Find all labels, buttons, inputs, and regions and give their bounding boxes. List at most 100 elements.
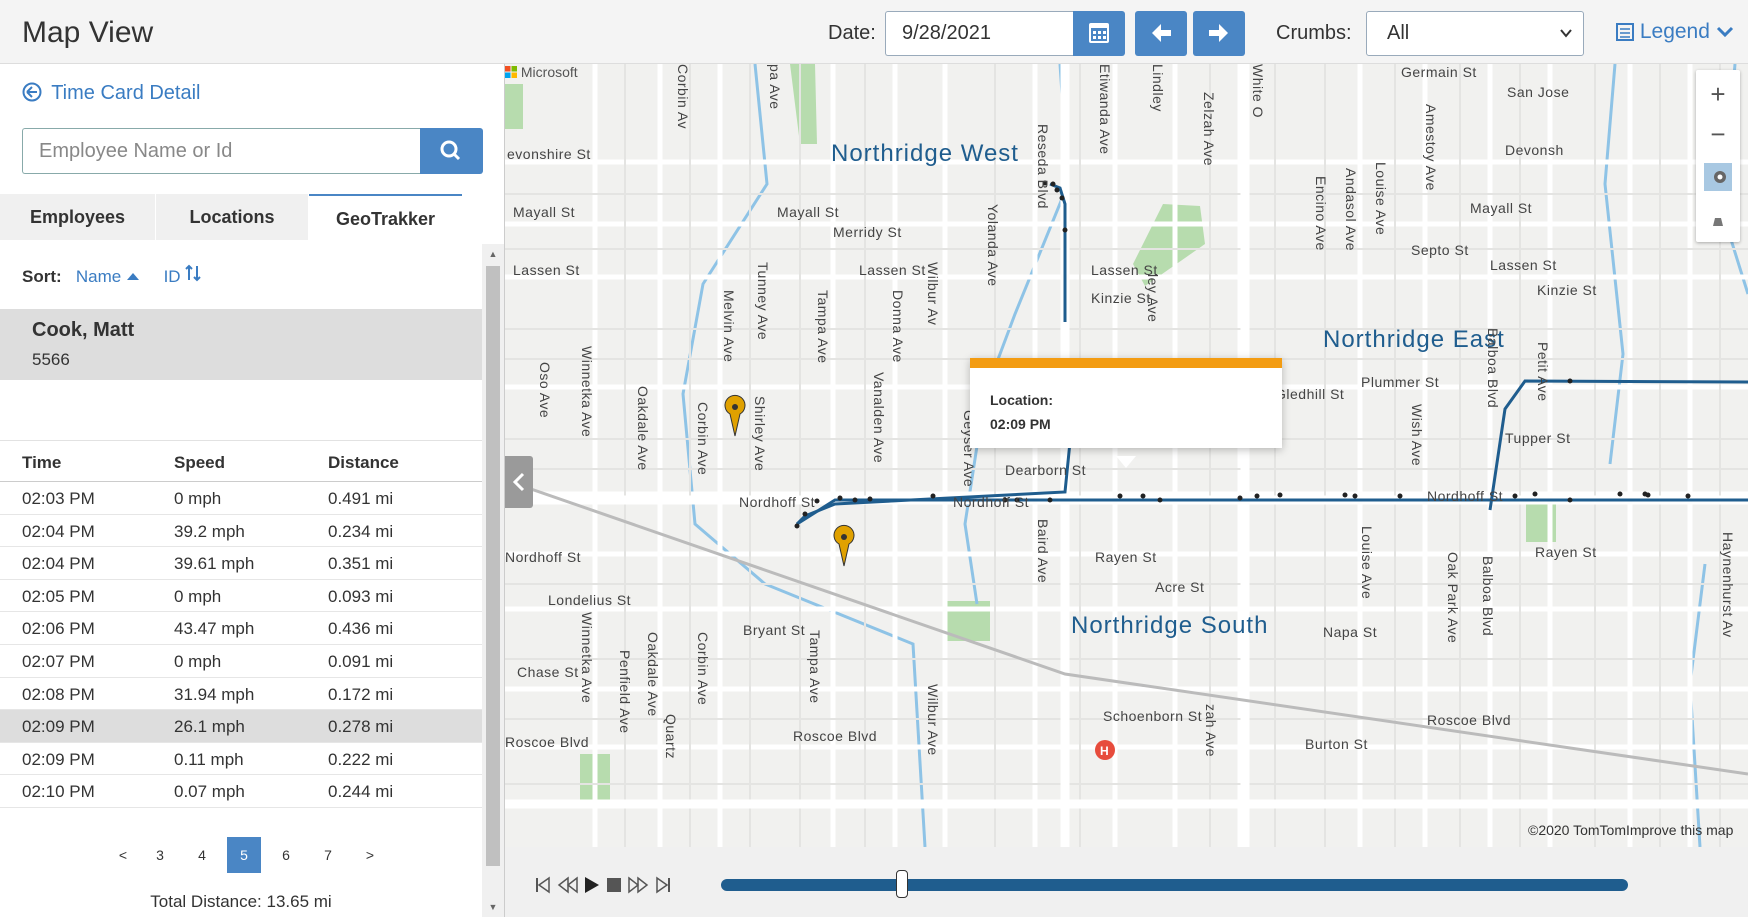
- calendar-button[interactable]: [1073, 11, 1125, 56]
- table-row[interactable]: 02:08 PM 31.94 mph 0.172 mi: [0, 678, 482, 711]
- crumbs-select[interactable]: All: [1366, 11, 1584, 56]
- sort-by-id[interactable]: ID: [163, 264, 202, 286]
- employee-card[interactable]: Cook, Matt 5566: [0, 309, 482, 380]
- tab-locations[interactable]: Locations: [156, 194, 308, 240]
- search-icon: [440, 140, 461, 161]
- rewind-icon[interactable]: [557, 875, 579, 895]
- street-label: Nordhoff St: [953, 494, 1030, 510]
- crumbs-selected-value: All: [1387, 22, 1410, 44]
- scroll-up-arrow[interactable]: ▲: [482, 244, 504, 264]
- zoom-in-button[interactable]: +: [1696, 74, 1740, 114]
- street-label: Oakdale Ave: [645, 632, 661, 717]
- table-row[interactable]: 02:10 PM 0.07 mph 0.244 mi: [0, 775, 482, 808]
- street-label: Gledhill St: [1275, 386, 1345, 402]
- table-row[interactable]: 02:09 PM 26.1 mph 0.278 mi: [0, 710, 482, 743]
- page-7[interactable]: 7: [311, 837, 345, 873]
- street-label: Tupper St: [1505, 430, 1571, 446]
- next-day-button[interactable]: [1193, 11, 1245, 56]
- table-row[interactable]: 02:03 PM 0 mph 0.491 mi: [0, 482, 482, 515]
- street-label: Rayen St: [1535, 544, 1597, 560]
- column-time[interactable]: Time: [22, 453, 61, 473]
- previous-day-button[interactable]: [1135, 11, 1187, 56]
- street-label: Etiwanda Ave: [1097, 64, 1113, 155]
- page-next[interactable]: >: [353, 837, 387, 873]
- page-prev[interactable]: <: [106, 837, 140, 873]
- time-card-detail-link[interactable]: Time Card Detail: [22, 82, 201, 105]
- stop-icon[interactable]: [605, 875, 623, 895]
- table-row[interactable]: 02:04 PM 39.2 mph 0.234 mi: [0, 515, 482, 548]
- street-label: Devonsh: [1505, 142, 1564, 158]
- sort-by-name[interactable]: Name: [76, 267, 140, 286]
- play-icon[interactable]: [583, 875, 601, 895]
- compass-icon: [1704, 163, 1732, 191]
- street-label: Baird Ave: [1035, 519, 1051, 584]
- legend-toggle[interactable]: Legend: [1616, 20, 1734, 44]
- street-label: Bryant St: [743, 622, 806, 638]
- area-label: Northridge West: [831, 140, 1019, 167]
- street-label: zah Ave: [1203, 704, 1219, 758]
- tilt-button[interactable]: [1696, 202, 1740, 242]
- date-input[interactable]: [885, 11, 1073, 56]
- page-5[interactable]: 5: [227, 837, 261, 873]
- street-label: Schoenborn St: [1103, 708, 1203, 724]
- search-button[interactable]: [420, 128, 483, 174]
- table-row[interactable]: 02:05 PM 0 mph 0.093 mi: [0, 580, 482, 613]
- calendar-icon: [1089, 23, 1109, 43]
- column-speed[interactable]: Speed: [174, 453, 225, 473]
- table-row[interactable]: 02:04 PM 39.61 mph 0.351 mi: [0, 547, 482, 580]
- street-label: Lindley: [1150, 64, 1166, 112]
- row-speed: 26.1 mph: [174, 717, 245, 737]
- popup-location-label: Location:: [990, 392, 1053, 408]
- page-6[interactable]: 6: [269, 837, 303, 873]
- sort-id-label: ID: [163, 267, 181, 286]
- location-popup: Location: 02:09 PM: [970, 358, 1282, 468]
- sort-row: Sort: Name ID: [22, 264, 202, 287]
- page-4[interactable]: 4: [185, 837, 219, 873]
- playback-timeline[interactable]: [721, 870, 1628, 898]
- table-row[interactable]: 02:09 PM 0.11 mph 0.222 mi: [0, 743, 482, 776]
- scroll-thumb[interactable]: [486, 266, 500, 866]
- timeline-slider-thumb[interactable]: [896, 870, 908, 898]
- street-label: Louise Ave: [1359, 526, 1375, 600]
- row-speed: 39.2 mph: [174, 521, 245, 541]
- microsoft-label: Microsoft: [520, 64, 578, 80]
- compass-button[interactable]: [1696, 162, 1740, 202]
- left-panel: Time Card Detail Employees Locations Geo…: [0, 64, 505, 917]
- tab-geotrakker[interactable]: GeoTrakker: [309, 194, 462, 240]
- street-label: Roscoe Blvd: [793, 728, 878, 744]
- svg-text:H: H: [1100, 744, 1109, 758]
- tab-employees[interactable]: Employees: [0, 194, 155, 240]
- row-distance: 0.436 mi: [328, 619, 394, 639]
- skip-end-icon[interactable]: [655, 875, 671, 895]
- skip-start-icon[interactable]: [535, 875, 551, 895]
- popup-time: 02:09 PM: [990, 416, 1051, 432]
- street-label: Wilbur Av: [925, 262, 941, 326]
- pagination: < 3 4 5 6 7 >: [0, 837, 482, 873]
- street-label: Amestoy Ave: [1423, 104, 1439, 191]
- collapse-panel-button[interactable]: [505, 456, 533, 508]
- table-row[interactable]: 02:07 PM 0 mph 0.091 mi: [0, 645, 482, 678]
- zoom-out-button[interactable]: −: [1696, 114, 1740, 154]
- row-time: 02:05 PM: [22, 586, 95, 606]
- row-distance: 0.172 mi: [328, 684, 394, 704]
- column-distance[interactable]: Distance: [328, 453, 399, 473]
- table-row[interactable]: 02:06 PM 43.47 mph 0.436 mi: [0, 612, 482, 645]
- row-distance: 0.278 mi: [328, 717, 394, 737]
- street-label: Penfield Ave: [617, 650, 633, 734]
- street-label: Donna Ave: [890, 290, 906, 363]
- page-title: Map View: [22, 16, 154, 49]
- page-3[interactable]: 3: [143, 837, 177, 873]
- scroll-down-arrow[interactable]: ▼: [482, 897, 504, 917]
- street-label: Mayall St: [1470, 200, 1533, 216]
- street-label: Roscoe Blvd: [1427, 712, 1512, 728]
- street-label: Mayall St: [513, 204, 576, 220]
- street-label: Melvin Ave: [721, 290, 737, 363]
- employee-search-input[interactable]: [22, 128, 422, 174]
- street-label: Petit Ave: [1535, 342, 1551, 402]
- playback-bar: [505, 847, 1748, 917]
- panel-scrollbar[interactable]: ▲ ▼: [482, 244, 504, 917]
- fast-forward-icon[interactable]: [627, 875, 649, 895]
- street-label: Yolanda Ave: [985, 204, 1001, 287]
- arrow-left-icon: [1152, 24, 1171, 42]
- map-copyright[interactable]: ©2020 TomTomImprove this map: [1528, 822, 1733, 838]
